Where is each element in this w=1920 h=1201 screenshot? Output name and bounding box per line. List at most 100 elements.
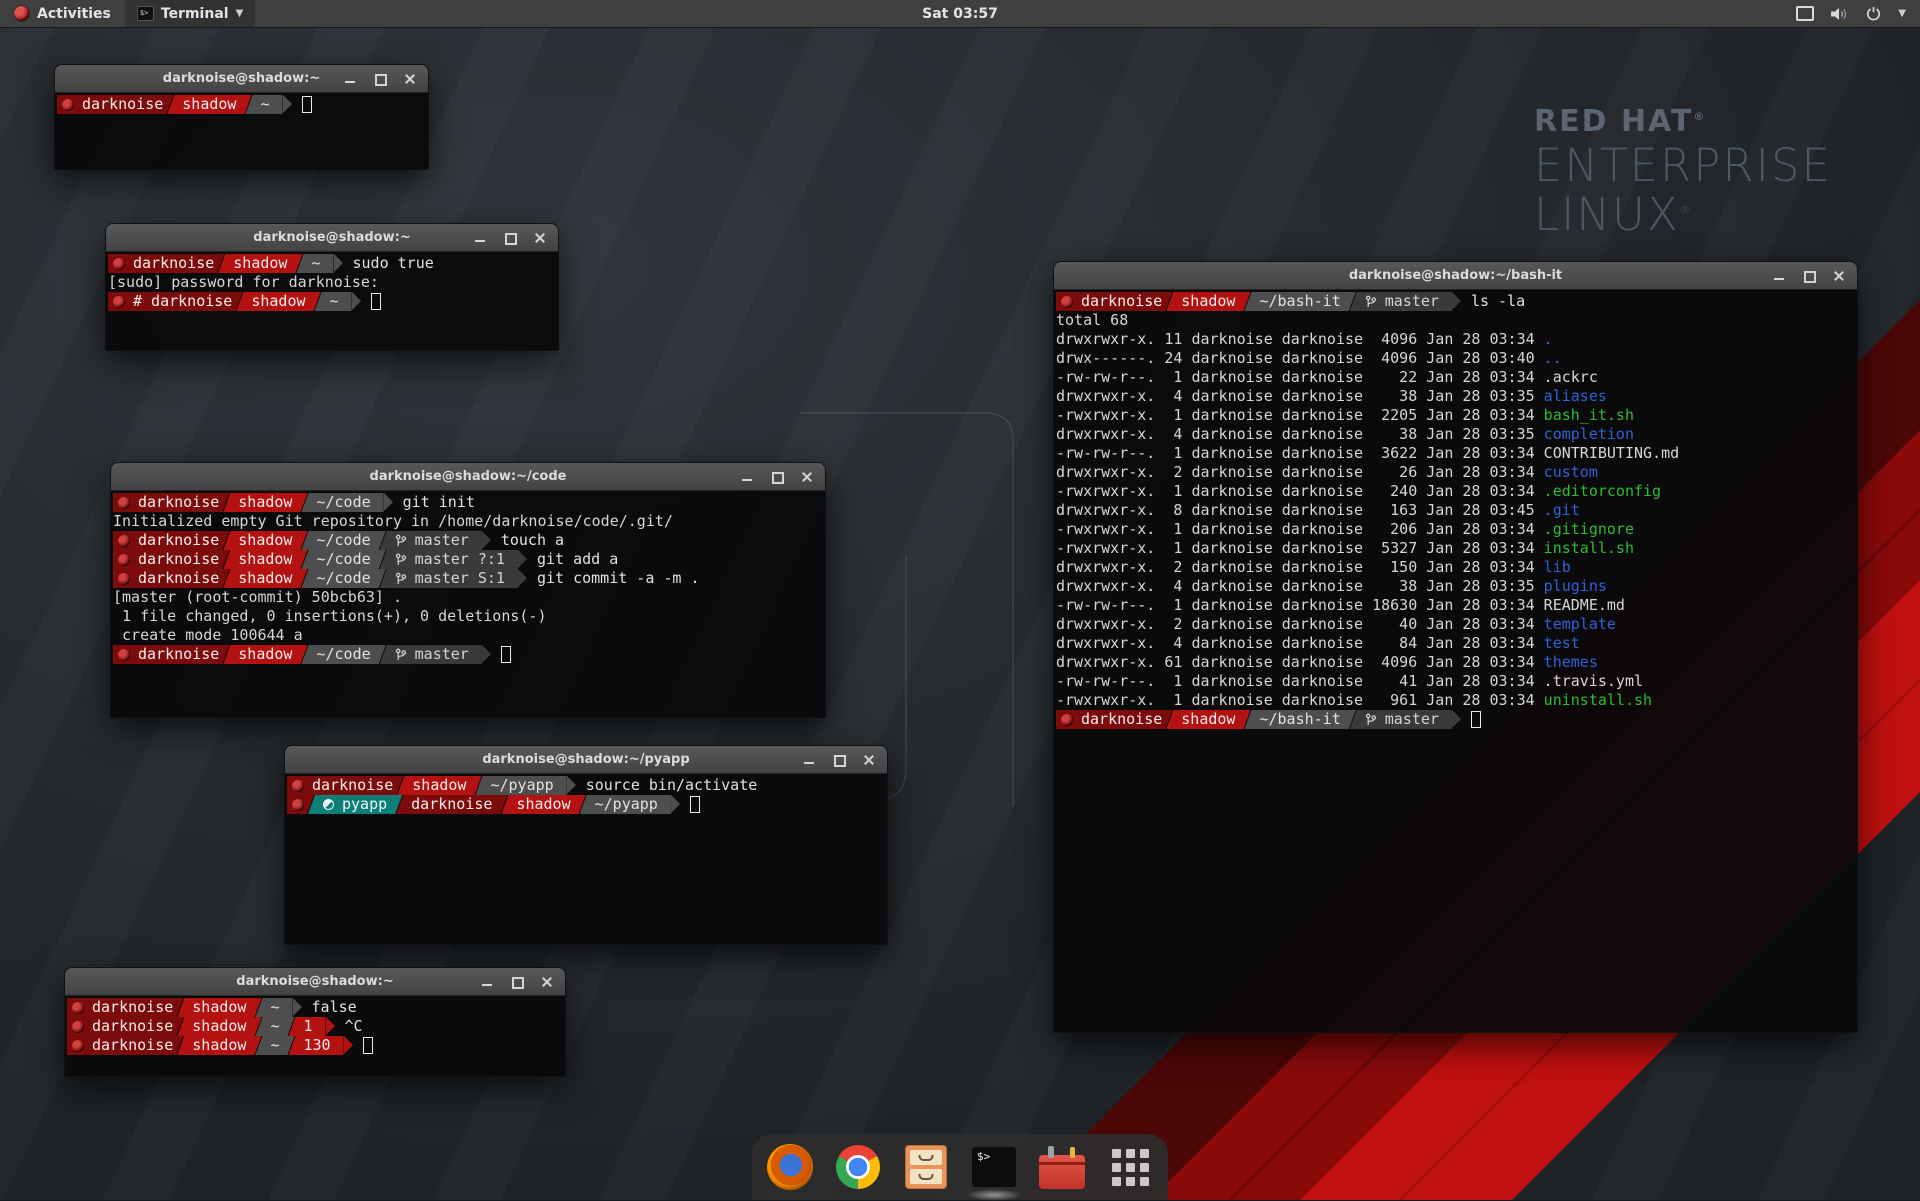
- terminal-cursor[interactable]: [501, 646, 511, 663]
- prompt-segment-host: shadow: [177, 1036, 261, 1055]
- window-titlebar[interactable]: darknoise@shadow:~: [55, 65, 428, 93]
- terminal-content[interactable]: darknoiseshadow~sudo true[sudo] password…: [106, 251, 558, 350]
- prompt-segment-status: 130: [289, 1036, 344, 1055]
- prompt-segment-path: ~/code: [301, 531, 385, 550]
- dock-item-terminal[interactable]: $>: [970, 1143, 1018, 1191]
- terminal-line: drwxrwxr-x. 2 darknoise darknoise 150 Ja…: [1056, 558, 1855, 577]
- window-title: darknoise@shadow:~/code: [370, 469, 567, 484]
- close-button[interactable]: [541, 976, 553, 988]
- terminal-cursor[interactable]: [690, 796, 700, 813]
- file-name: .gitignore: [1544, 520, 1634, 539]
- prompt-segment-status: 1: [289, 1017, 326, 1036]
- prompt-fedora-icon: [72, 1021, 84, 1033]
- volume-icon[interactable]: [1831, 7, 1849, 21]
- file-entry: -rw-rw-r--. 1 darknoise darknoise 18630 …: [1056, 596, 1544, 615]
- terminal-content[interactable]: darknoiseshadow~falsedarknoiseshadow~1^C…: [65, 995, 565, 1076]
- prompt-fedora-icon: [118, 497, 130, 509]
- terminal-cursor[interactable]: [371, 293, 381, 310]
- close-button[interactable]: [1833, 270, 1845, 282]
- prompt-segment-git: master: [380, 531, 482, 550]
- file-entry: drwxrwxr-x. 11 darknoise darknoise 4096 …: [1056, 330, 1544, 349]
- terminal-content[interactable]: darknoiseshadow~/bash-itmasterls -latota…: [1054, 289, 1857, 1032]
- file-entry: drwxrwxr-x. 61 darknoise darknoise 4096 …: [1056, 653, 1544, 672]
- terminal-line: darknoiseshadow~/bash-itmasterls -la: [1056, 292, 1855, 311]
- file-name: .: [1544, 330, 1553, 349]
- file-name: uninstall.sh: [1544, 691, 1652, 710]
- terminal-cursor[interactable]: [302, 96, 312, 113]
- terminal-line: drwxrwxr-x. 4 darknoise darknoise 38 Jan…: [1056, 577, 1855, 596]
- powerline-arrow-icon: [1452, 710, 1461, 728]
- clock[interactable]: Sat 03:57: [922, 6, 998, 22]
- git-branch-icon: [395, 534, 407, 548]
- window-titlebar[interactable]: darknoise@shadow:~/code: [111, 463, 825, 491]
- powerline-arrow-icon: [344, 1036, 353, 1054]
- git-branch-icon: [395, 572, 407, 586]
- maximize-button[interactable]: [504, 232, 516, 244]
- prompt-segment-user: # darknoise: [108, 292, 242, 311]
- file-name: test: [1544, 634, 1580, 653]
- caret-down-icon[interactable]: ▼: [1898, 8, 1906, 19]
- close-button[interactable]: [534, 232, 546, 244]
- terminal-line: create mode 100644 a: [113, 626, 823, 645]
- terminal-line: darknoiseshadow~1^C: [67, 1017, 563, 1036]
- minimize-button[interactable]: [481, 976, 493, 988]
- terminal-cursor[interactable]: [1471, 711, 1481, 728]
- close-button[interactable]: [404, 73, 416, 85]
- power-icon[interactable]: [1866, 6, 1881, 21]
- window-titlebar[interactable]: darknoise@shadow:~/bash-it: [1054, 262, 1857, 290]
- dock-item-chrome[interactable]: [834, 1143, 882, 1191]
- prompt-segment-user: darknoise: [67, 1036, 183, 1055]
- file-entry: -rw-rw-r--. 1 darknoise darknoise 22 Jan…: [1056, 368, 1544, 387]
- close-button[interactable]: [801, 471, 813, 483]
- terminal-cursor[interactable]: [363, 1037, 373, 1054]
- prompt-segment-user: darknoise: [113, 645, 229, 664]
- dock-item-app-grid[interactable]: [1106, 1143, 1154, 1191]
- display-icon[interactable]: [1796, 6, 1814, 21]
- maximize-button[interactable]: [771, 471, 783, 483]
- prompt-segment-path: ~/code: [301, 493, 383, 512]
- maximize-button[interactable]: [374, 73, 386, 85]
- file-name: aliases: [1544, 387, 1607, 406]
- minimize-button[interactable]: [803, 754, 815, 766]
- terminal-window-2[interactable]: darknoise@shadow:~ darknoiseshadow~sudo …: [105, 223, 559, 351]
- window-title: darknoise@shadow:~: [236, 974, 393, 989]
- window-titlebar[interactable]: darknoise@shadow:~: [106, 224, 558, 252]
- terminal-content[interactable]: darknoiseshadow~/codegit initInitialized…: [111, 490, 825, 717]
- terminal-window-5[interactable]: darknoise@shadow:~ darknoiseshadow~false…: [64, 967, 566, 1077]
- file-entry: drwxrwxr-x. 4 darknoise darknoise 38 Jan…: [1056, 577, 1544, 596]
- terminal-line: darknoiseshadow~/codemaster ?:1git add a: [113, 550, 823, 569]
- window-title: darknoise@shadow:~/pyapp: [482, 752, 689, 767]
- close-button[interactable]: [863, 754, 875, 766]
- maximize-button[interactable]: [1803, 270, 1815, 282]
- window-titlebar[interactable]: darknoise@shadow:~/pyapp: [285, 746, 887, 774]
- dock-item-firefox[interactable]: [766, 1143, 814, 1191]
- dock-item-files[interactable]: [902, 1143, 950, 1191]
- terminal-line: drwxrwxr-x. 4 darknoise darknoise 38 Jan…: [1056, 425, 1855, 444]
- powerline-arrow-icon: [334, 254, 343, 272]
- maximize-button[interactable]: [833, 754, 845, 766]
- minimize-button[interactable]: [474, 232, 486, 244]
- minimize-button[interactable]: [741, 471, 753, 483]
- app-menu-terminal[interactable]: $> Terminal ▼: [125, 0, 255, 27]
- file-name: .ackrc: [1544, 368, 1598, 387]
- terminal-line: darknoiseshadow~false: [67, 998, 563, 1017]
- terminal-line: darknoiseshadow~/codemaster: [113, 645, 823, 664]
- terminal-window-4[interactable]: darknoise@shadow:~/pyapp darknoiseshadow…: [284, 745, 888, 945]
- prompt-segment-path: ~/code: [301, 550, 385, 569]
- prompt-segment-host: shadow: [1166, 292, 1250, 311]
- maximize-button[interactable]: [511, 976, 523, 988]
- terminal-line: drwxrwxr-x. 2 darknoise darknoise 40 Jan…: [1056, 615, 1855, 634]
- terminal-window-1[interactable]: darknoise@shadow:~ darknoiseshadow~: [54, 64, 429, 170]
- terminal-window-bash-it[interactable]: darknoise@shadow:~/bash-it darknoiseshad…: [1053, 261, 1858, 1033]
- terminal-content[interactable]: darknoiseshadow~: [55, 92, 428, 169]
- window-titlebar[interactable]: darknoise@shadow:~: [65, 968, 565, 996]
- terminal-window-3[interactable]: darknoise@shadow:~/code darknoiseshadow~…: [110, 462, 826, 718]
- prompt-segment-git: master: [1350, 292, 1452, 311]
- minimize-button[interactable]: [344, 73, 356, 85]
- minimize-button[interactable]: [1773, 270, 1785, 282]
- activities-button[interactable]: Activities: [0, 0, 125, 27]
- terminal-content[interactable]: darknoiseshadow~/pyappsource bin/activat…: [285, 773, 887, 944]
- dock-item-toolbox[interactable]: [1038, 1143, 1086, 1191]
- prompt-fedora-icon: [113, 296, 125, 308]
- terminal-line: -rw-rw-r--. 1 darknoise darknoise 18630 …: [1056, 596, 1855, 615]
